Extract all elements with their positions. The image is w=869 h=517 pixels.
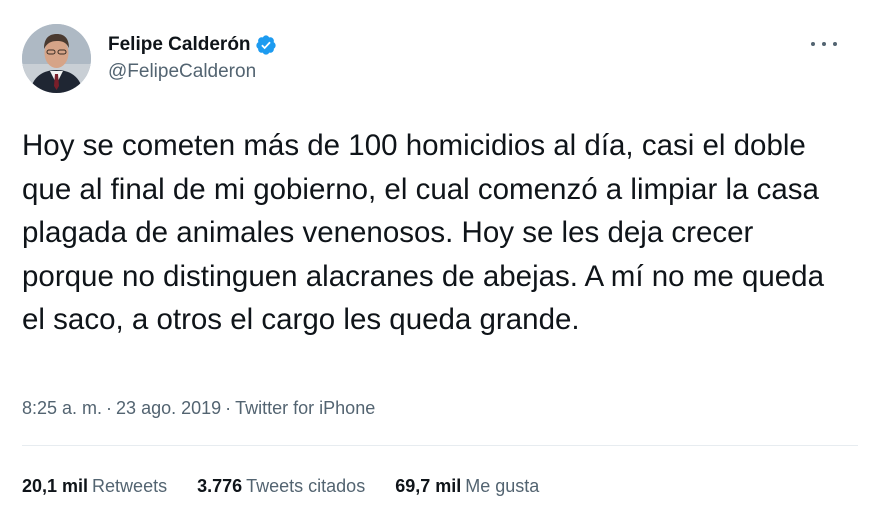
dot	[822, 42, 826, 46]
divider	[22, 445, 858, 446]
likes-label: Me gusta	[465, 476, 540, 496]
tweet-metadata: 8:25 a. m. · 23 ago. 2019 · Twitter for iPho…	[22, 398, 375, 419]
quotes-count: 3.776	[197, 476, 243, 496]
quotes-stat[interactable]: 3.776 Tweets citados	[197, 476, 365, 497]
tweet-time[interactable]: 8:25 a. m.	[22, 398, 102, 418]
tweet-header: Felipe Calderón @FelipeCalderon	[22, 24, 849, 94]
display-name-row: Felipe Calderón	[108, 32, 277, 58]
avatar-image	[22, 24, 91, 93]
likes-count: 69,7 mil	[395, 476, 462, 496]
retweets-count: 20,1 mil	[22, 476, 89, 496]
tweet-date[interactable]: 23 ago. 2019	[116, 398, 221, 418]
meta-separator: ·	[225, 398, 232, 418]
avatar[interactable]	[22, 24, 91, 93]
tweet-card: Felipe Calderón @FelipeCalderon Hoy se c…	[0, 0, 869, 517]
retweets-stat[interactable]: 20,1 mil Retweets	[22, 476, 167, 497]
retweets-label: Retweets	[92, 476, 168, 496]
dot	[833, 42, 837, 46]
more-options-icon[interactable]	[811, 34, 837, 54]
author-display-name[interactable]: Felipe Calderón	[108, 34, 251, 56]
author-names: Felipe Calderón @FelipeCalderon	[108, 32, 277, 83]
tweet-stats: 20,1 mil Retweets 3.776 Tweets citados 69,…	[22, 476, 539, 497]
meta-separator: ·	[106, 398, 113, 418]
tweet-text: Hoy se cometen más de 100 homicidios al …	[22, 129, 824, 336]
dot	[811, 42, 815, 46]
likes-stat[interactable]: 69,7 mil Me gusta	[395, 476, 539, 497]
author-handle[interactable]: @FelipeCalderon	[108, 61, 277, 83]
quotes-label: Tweets citados	[246, 476, 366, 496]
verified-badge-icon	[255, 34, 277, 56]
tweet-source[interactable]: Twitter for iPhone	[235, 398, 375, 418]
